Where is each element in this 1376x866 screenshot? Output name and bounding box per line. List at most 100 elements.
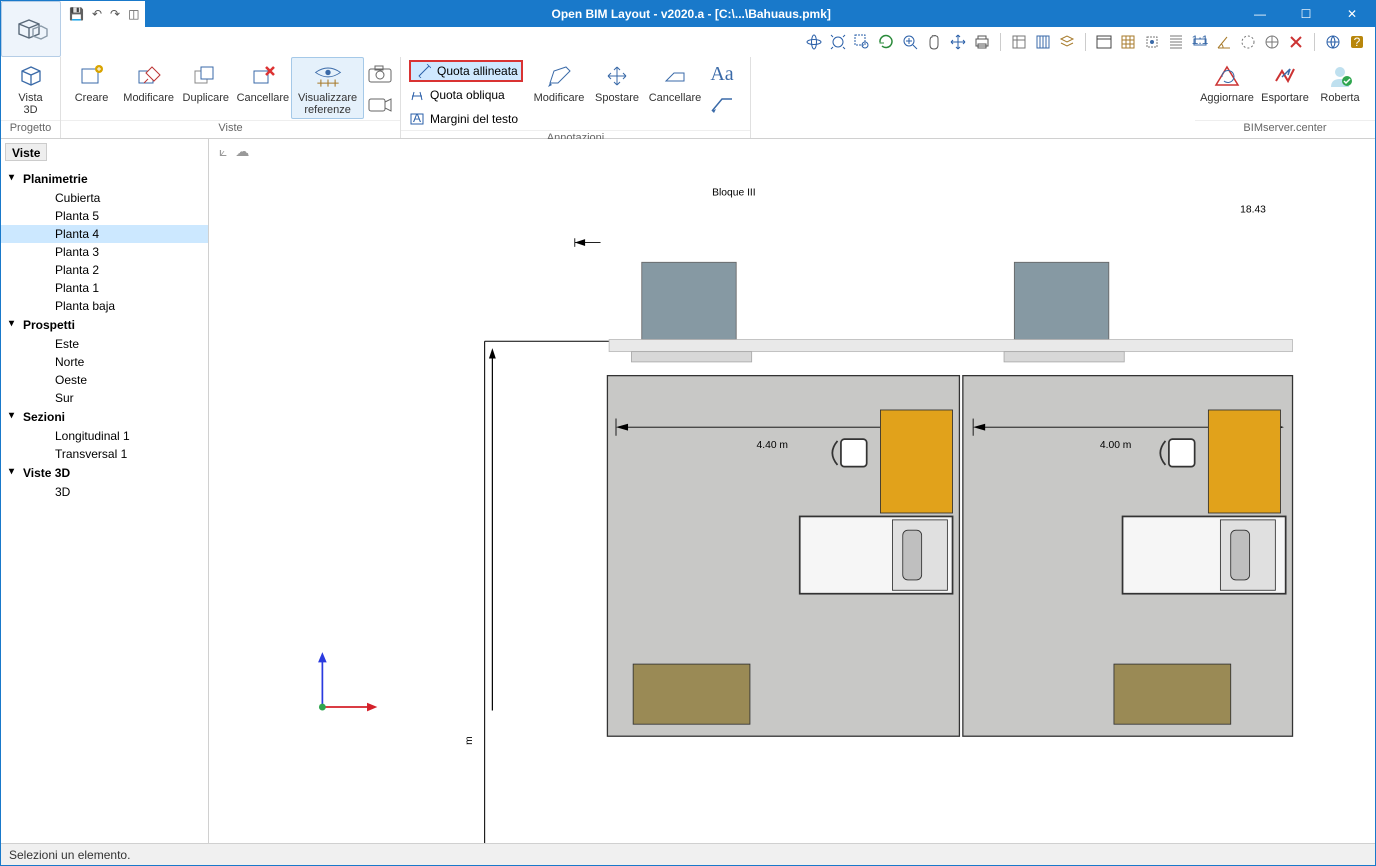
roberta-label: Roberta bbox=[1320, 92, 1359, 104]
leader-tool-icon[interactable] bbox=[705, 90, 739, 118]
cloud-icon[interactable]: ☁ bbox=[235, 143, 249, 160]
separator bbox=[1000, 33, 1001, 51]
quota-allineata-label: Quota allineata bbox=[437, 64, 518, 78]
tree-item[interactable]: Este bbox=[1, 335, 208, 353]
cancellare-viste-button[interactable]: Cancellare bbox=[234, 57, 291, 119]
undo-icon[interactable]: ↶ bbox=[92, 7, 102, 21]
tree-item[interactable]: Planta 3 bbox=[1, 243, 208, 261]
cancellare-annot-button[interactable]: Cancellare bbox=[645, 57, 705, 119]
tool-angle-icon[interactable] bbox=[1214, 32, 1234, 52]
tree-item[interactable]: Cubierta bbox=[1, 189, 208, 207]
modificare-viste-button[interactable]: Modificare bbox=[120, 57, 177, 119]
tree-group[interactable]: Viste 3D bbox=[1, 463, 208, 483]
aggiornare-button[interactable]: Aggiornare bbox=[1197, 57, 1257, 119]
tool-zoom-window-icon[interactable] bbox=[852, 32, 872, 52]
tool-grid-icon[interactable] bbox=[1118, 32, 1138, 52]
svg-text:m: m bbox=[464, 736, 475, 745]
tool-ortho-icon[interactable] bbox=[1238, 32, 1258, 52]
quota-obliqua-button[interactable]: Quota obliqua bbox=[403, 84, 529, 106]
spostare-button[interactable]: Spostare bbox=[589, 57, 645, 119]
tree-item[interactable]: 3D bbox=[1, 483, 208, 501]
roberta-user-button[interactable]: Roberta bbox=[1313, 57, 1367, 119]
tool-zoom-in-icon[interactable] bbox=[900, 32, 920, 52]
window-title: Open BIM Layout - v2020.a - [C:\...\Bahu… bbox=[145, 7, 1237, 21]
tree-group[interactable]: Prospetti bbox=[1, 315, 208, 335]
minimize-button[interactable]: — bbox=[1237, 1, 1283, 27]
tree-group[interactable]: Sezioni bbox=[1, 407, 208, 427]
creare-label: Creare bbox=[75, 92, 109, 104]
box-icon[interactable]: ◫ bbox=[128, 7, 139, 21]
svg-text:4.40 m: 4.40 m bbox=[757, 440, 788, 451]
canvas[interactable]: ⟀ ☁ Bloque III 18.43 bbox=[209, 139, 1375, 843]
tree-item[interactable]: Planta 5 bbox=[1, 207, 208, 225]
view-tree[interactable]: PlanimetrieCubiertaPlanta 5Planta 4Plant… bbox=[1, 167, 208, 843]
tool-snap1-icon[interactable] bbox=[1142, 32, 1162, 52]
ribbon-group-bimserver: Aggiornare Esportare Roberta BIMserver.c… bbox=[1195, 57, 1375, 138]
text-tool-icon[interactable]: Aa bbox=[705, 60, 739, 88]
margini-testo-button[interactable]: A Margini del testo bbox=[403, 108, 529, 130]
vista-3d-label: Vista 3D bbox=[18, 92, 42, 116]
right-dimension: 18.43 bbox=[1240, 205, 1266, 216]
ribbon: Vista 3D Progetto Creare Modificare Dupl… bbox=[1, 57, 1375, 139]
svg-text:A: A bbox=[413, 112, 421, 125]
vista-3d-button[interactable]: Vista 3D bbox=[3, 57, 58, 119]
tool-layer-icon[interactable] bbox=[1057, 32, 1077, 52]
tree-item[interactable]: Sur bbox=[1, 389, 208, 407]
tool-pan-icon[interactable] bbox=[924, 32, 944, 52]
aggiornare-label: Aggiornare bbox=[1200, 92, 1254, 104]
camera-photo-icon[interactable] bbox=[364, 60, 396, 88]
tree-item[interactable]: Planta 1 bbox=[1, 279, 208, 297]
tool-sheet2-icon[interactable] bbox=[1033, 32, 1053, 52]
status-text: Selezioni un elemento. bbox=[9, 848, 130, 862]
tool-snap2-icon[interactable] bbox=[1166, 32, 1186, 52]
quota-allineata-icon bbox=[417, 64, 431, 78]
margini-testo-label: Margini del testo bbox=[430, 112, 518, 126]
esportare-label: Esportare bbox=[1261, 92, 1309, 104]
redo-icon[interactable]: ↷ bbox=[110, 7, 120, 21]
tool-delete-icon[interactable] bbox=[1286, 32, 1306, 52]
tool-sheet1-icon[interactable] bbox=[1009, 32, 1029, 52]
tree-item[interactable]: Norte bbox=[1, 353, 208, 371]
tree-item[interactable]: Transversal 1 bbox=[1, 445, 208, 463]
quota-allineata-button[interactable]: Quota allineata bbox=[409, 60, 523, 82]
tool-scale-icon[interactable]: 1:1 bbox=[1190, 32, 1210, 52]
svg-text:1:1: 1:1 bbox=[1192, 33, 1209, 47]
title-bar: 💾 ↶ ↷ ◫ Open BIM Layout - v2020.a - [C:\… bbox=[1, 1, 1375, 27]
group-label-bimserver: BIMserver.center bbox=[1195, 120, 1375, 138]
tree-item[interactable]: Planta 4 bbox=[1, 225, 208, 243]
tool-print-icon[interactable] bbox=[972, 32, 992, 52]
cancellare-annot-label: Cancellare bbox=[649, 92, 702, 104]
quota-obliqua-label: Quota obliqua bbox=[430, 88, 505, 102]
modificare-viste-label: Modificare bbox=[123, 92, 174, 104]
tree-item[interactable]: Planta baja bbox=[1, 297, 208, 315]
tool-globe-icon[interactable] bbox=[1323, 32, 1343, 52]
visualizzare-referenze-button[interactable]: Visualizzare referenze bbox=[291, 57, 363, 119]
side-header[interactable]: Viste bbox=[5, 143, 47, 161]
save-icon[interactable]: 💾 bbox=[69, 7, 84, 21]
tool-zoom-extents-icon[interactable] bbox=[828, 32, 848, 52]
duplicare-button[interactable]: Duplicare bbox=[177, 57, 234, 119]
svg-text:?: ? bbox=[1354, 35, 1361, 49]
creare-button[interactable]: Creare bbox=[63, 57, 120, 119]
tool-orbit-icon[interactable] bbox=[804, 32, 824, 52]
tool-move-icon[interactable] bbox=[948, 32, 968, 52]
group-label-progetto: Progetto bbox=[1, 120, 60, 138]
camera-video-icon[interactable] bbox=[364, 90, 396, 118]
app-icon[interactable] bbox=[1, 1, 61, 57]
separator bbox=[1085, 33, 1086, 51]
tool-window-icon[interactable] bbox=[1094, 32, 1114, 52]
tree-group[interactable]: Planimetrie bbox=[1, 169, 208, 189]
tree-item[interactable]: Oeste bbox=[1, 371, 208, 389]
maximize-button[interactable]: ☐ bbox=[1283, 1, 1329, 27]
axes-3d-icon[interactable]: ⟀ bbox=[219, 143, 227, 160]
close-button[interactable]: ✕ bbox=[1329, 1, 1375, 27]
tool-polar-icon[interactable] bbox=[1262, 32, 1282, 52]
tree-item[interactable]: Planta 2 bbox=[1, 261, 208, 279]
tool-refresh-icon[interactable] bbox=[876, 32, 896, 52]
modificare-annot-button[interactable]: Modificare bbox=[529, 57, 589, 119]
app-window: 💾 ↶ ↷ ◫ Open BIM Layout - v2020.a - [C:\… bbox=[0, 0, 1376, 866]
tree-item[interactable]: Longitudinal 1 bbox=[1, 427, 208, 445]
tool-help-icon[interactable]: ? bbox=[1347, 32, 1367, 52]
esportare-button[interactable]: Esportare bbox=[1257, 57, 1313, 119]
floor-plan: Bloque III 18.43 bbox=[209, 161, 1375, 843]
